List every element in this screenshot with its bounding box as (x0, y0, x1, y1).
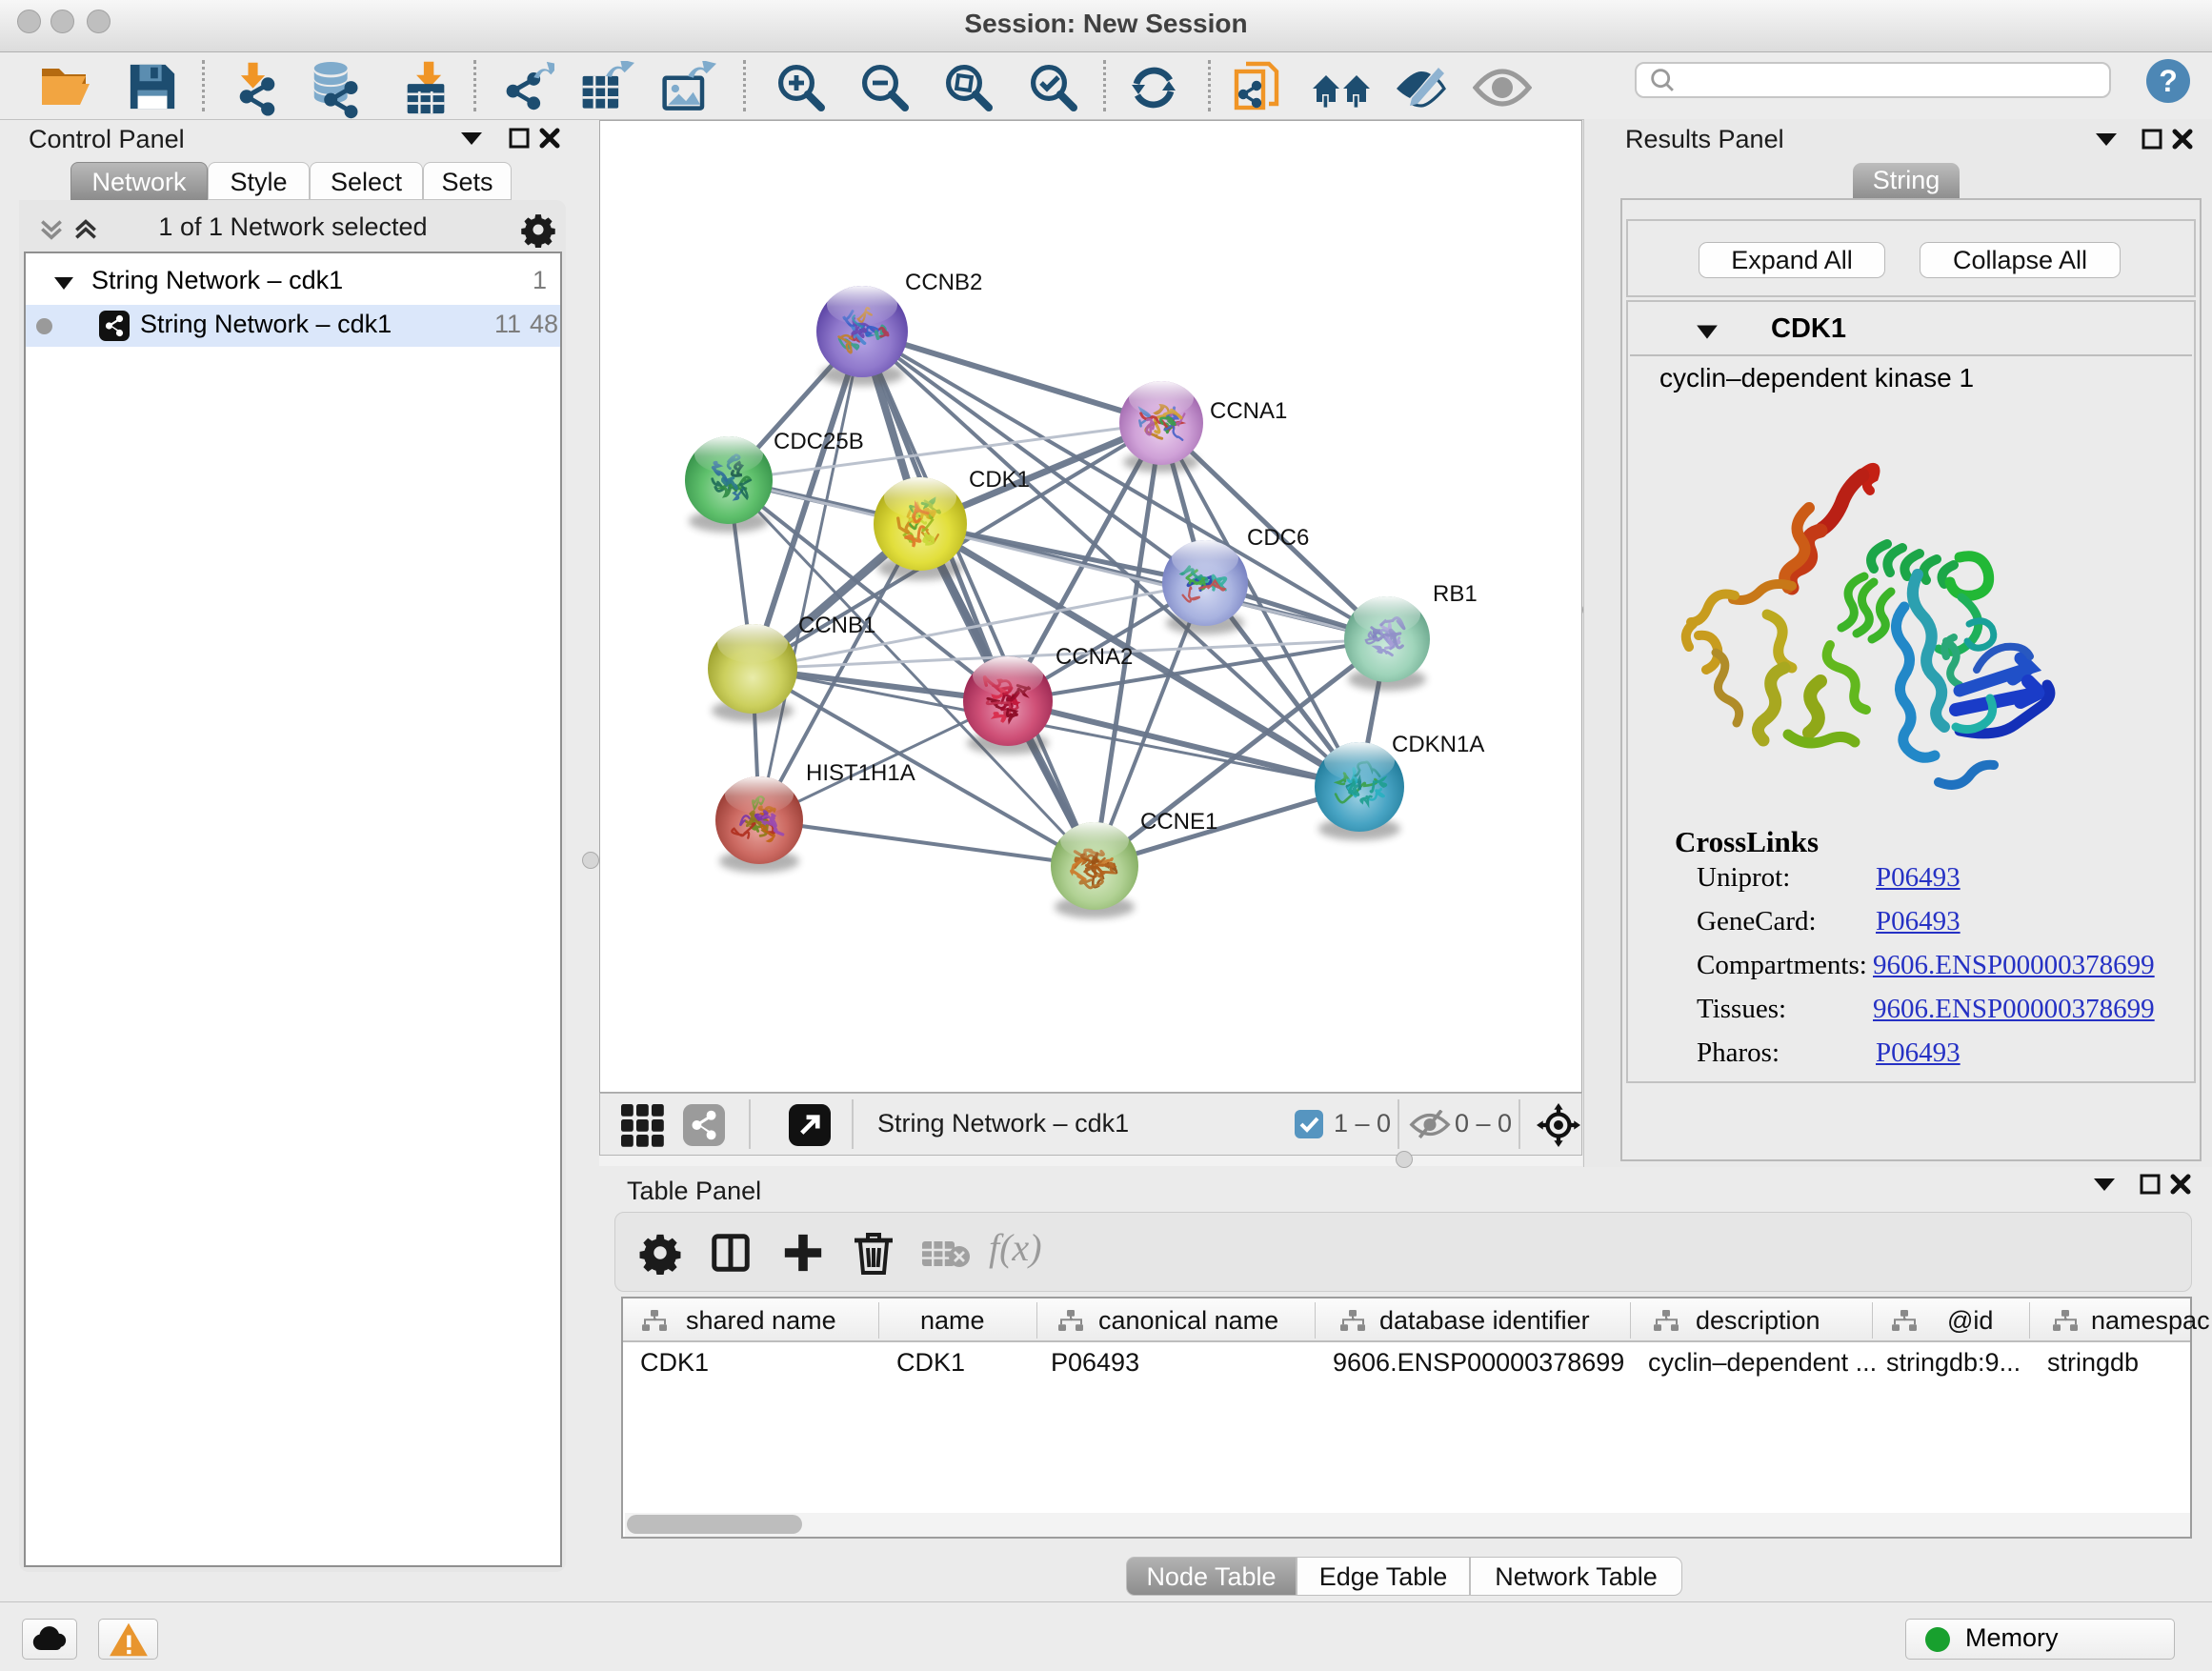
svg-text:CDC25B: CDC25B (774, 429, 864, 454)
svg-text:CCNB1: CCNB1 (798, 613, 875, 638)
svg-text:CDC6: CDC6 (1247, 525, 1309, 551)
svg-text:CCNA2: CCNA2 (1056, 644, 1133, 670)
svg-text:HIST1H1A: HIST1H1A (806, 760, 915, 786)
svg-text:CCNE1: CCNE1 (1140, 809, 1217, 835)
svg-text:CDKN1A: CDKN1A (1392, 732, 1484, 757)
svg-text:CDK1: CDK1 (969, 467, 1030, 493)
svg-text:CCNA1: CCNA1 (1210, 398, 1287, 424)
svg-text:CCNB2: CCNB2 (905, 270, 982, 295)
svg-text:RB1: RB1 (1433, 581, 1478, 607)
